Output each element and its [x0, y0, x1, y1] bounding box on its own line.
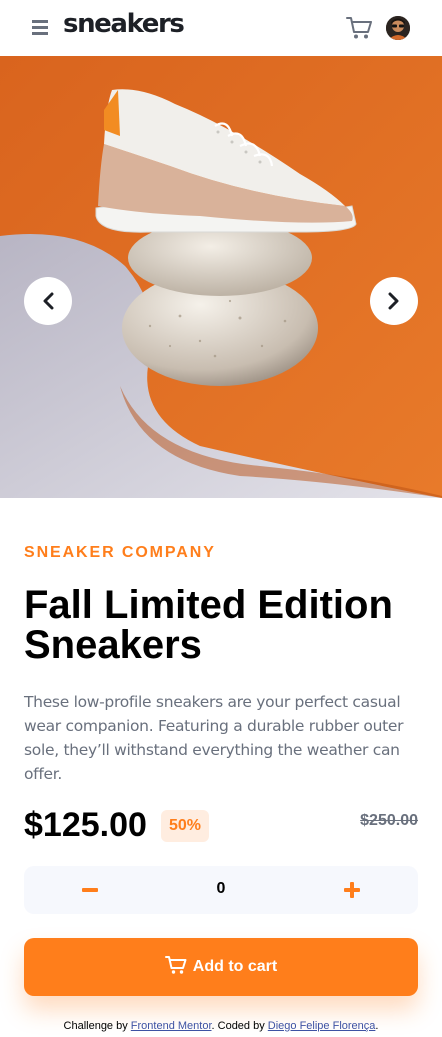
chevron-right-icon [388, 292, 399, 310]
author-link[interactable]: Diego Felipe Florença [268, 1020, 376, 1032]
add-to-cart-label: Add to cart [192, 958, 278, 975]
product-description: These low-profile sneakers are your perf… [24, 693, 404, 783]
plus-icon [344, 882, 360, 898]
minus-icon [82, 888, 98, 892]
quantity-value: 0 [216, 880, 226, 897]
logo[interactable]: sneakers [63, 9, 185, 39]
decrease-quantity-button[interactable] [72, 866, 108, 914]
hamburger-menu-icon[interactable] [32, 20, 48, 35]
attribution-suffix: . [375, 1020, 379, 1032]
add-to-cart-button[interactable]: Add to cart [24, 938, 418, 996]
cart-icon[interactable] [346, 16, 372, 40]
previous-image-button[interactable] [24, 277, 72, 325]
top-header: sneakers [0, 0, 442, 56]
attribution-middle: . Coded by [211, 1020, 268, 1032]
next-image-button[interactable] [370, 277, 418, 325]
company-name: SNEAKER COMPANY [24, 544, 216, 561]
attribution-prefix: Challenge by [63, 1020, 131, 1032]
product-image [0, 56, 442, 498]
frontend-mentor-link[interactable]: Frontend Mentor [131, 1020, 212, 1032]
original-price: $250.00 [360, 812, 418, 829]
cart-icon [164, 956, 187, 974]
product-image-carousel [0, 56, 442, 498]
current-price: $125.00 [24, 806, 147, 844]
product-title: Fall Limited Edition Sneakers [24, 583, 393, 667]
user-avatar[interactable] [386, 16, 410, 40]
attribution: Challenge by Frontend Mentor. Coded by D… [0, 1020, 442, 1032]
increase-quantity-button[interactable] [334, 866, 370, 914]
chevron-left-icon [43, 292, 54, 310]
discount-badge: 50% [161, 810, 209, 842]
quantity-stepper: 0 [24, 866, 418, 914]
